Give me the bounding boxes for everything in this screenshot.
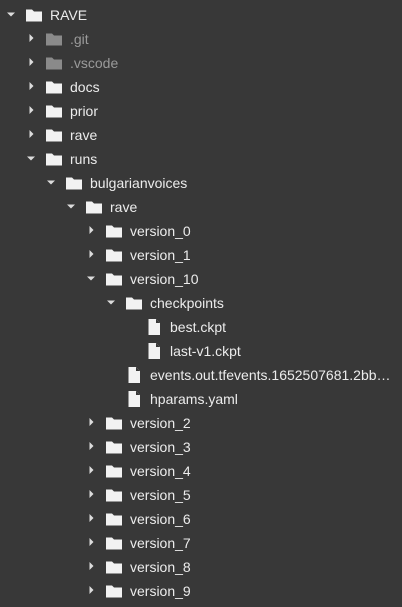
tree-item-label: version_6 [130, 511, 191, 527]
file-icon [144, 317, 164, 337]
chevron-right-icon[interactable] [82, 533, 100, 551]
chevron-right-icon[interactable] [82, 245, 100, 263]
chevron-down-icon[interactable] [82, 269, 100, 287]
tree-folder-rave[interactable]: rave [0, 123, 402, 147]
tree-folder-vscode[interactable]: .vscode [0, 51, 402, 75]
tree-folder-version-2[interactable]: version_2 [0, 411, 402, 435]
chevron-right-icon[interactable] [22, 125, 40, 143]
tree-item-label: runs [70, 151, 98, 167]
chevron-down-icon[interactable] [102, 293, 120, 311]
tree-item-label: version_0 [130, 223, 191, 239]
folder-icon [104, 461, 124, 481]
chevron-down-icon[interactable] [2, 5, 20, 23]
tree-item-label: version_7 [130, 535, 191, 551]
tree-folder-version-6[interactable]: version_6 [0, 507, 402, 531]
folder-icon [104, 269, 124, 289]
chevron-right-icon[interactable] [82, 557, 100, 575]
file-tree: RAVE .git .vscode docs prior rave runs bulgaria… [0, 0, 402, 607]
folder-icon [104, 221, 124, 241]
folder-icon [104, 533, 124, 553]
tree-folder-version-7[interactable]: version_7 [0, 531, 402, 555]
chevron-down-icon[interactable] [42, 173, 60, 191]
chevron-right-icon[interactable] [82, 485, 100, 503]
chevron-down-icon[interactable] [62, 197, 80, 215]
folder-icon [104, 245, 124, 265]
tree-item-label: last-v1.ckpt [170, 343, 241, 359]
chevron-right-icon[interactable] [82, 509, 100, 527]
tree-folder-prior[interactable]: prior [0, 99, 402, 123]
chevron-right-icon[interactable] [82, 581, 100, 599]
folder-icon [104, 437, 124, 457]
tree-item-label: RAVE [50, 7, 88, 23]
tree-item-label: version_8 [130, 559, 191, 575]
folder-icon [84, 197, 104, 217]
file-icon [124, 365, 144, 385]
chevron-right-icon[interactable] [22, 101, 40, 119]
tree-item-label: .git [70, 31, 89, 47]
tree-folder-version-10[interactable]: version_10 [0, 267, 402, 291]
folder-icon [104, 557, 124, 577]
tree-item-label: .vscode [70, 55, 119, 71]
folder-icon [44, 125, 64, 145]
tree-item-label: version_2 [130, 415, 191, 431]
chevron-right-icon[interactable] [22, 53, 40, 71]
chevron-right-icon[interactable] [82, 461, 100, 479]
folder-icon [64, 173, 84, 193]
tree-item-label: version_1 [130, 247, 191, 263]
chevron-right-icon[interactable] [22, 29, 40, 47]
tree-file-best-ckpt[interactable]: best.ckpt [0, 315, 402, 339]
file-icon [144, 341, 164, 361]
folder-icon [44, 29, 64, 49]
tree-item-label: version_3 [130, 439, 191, 455]
tree-folder-version-9[interactable]: version_9 [0, 579, 402, 603]
tree-item-label: bulgarianvoices [90, 175, 188, 191]
tree-item-label: events.out.tfevents.1652507681.2bb… [150, 367, 391, 383]
folder-icon [44, 77, 64, 97]
tree-item-label: checkpoints [150, 295, 224, 311]
folder-icon [104, 509, 124, 529]
tree-item-label: rave [70, 127, 98, 143]
folder-icon [104, 581, 124, 601]
tree-file-events-out-tfevents-1652507681-2bb[interactable]: events.out.tfevents.1652507681.2bb… [0, 363, 402, 387]
chevron-down-icon[interactable] [22, 149, 40, 167]
tree-folder-version-5[interactable]: version_5 [0, 483, 402, 507]
tree-item-label: rave [110, 199, 138, 215]
folder-icon [104, 485, 124, 505]
folder-icon [44, 101, 64, 121]
tree-folder-version-0[interactable]: version_0 [0, 219, 402, 243]
tree-folder-version-3[interactable]: version_3 [0, 435, 402, 459]
chevron-right-icon[interactable] [82, 221, 100, 239]
tree-item-label: docs [70, 79, 100, 95]
tree-item-label: version_10 [130, 271, 199, 287]
chevron-right-icon[interactable] [22, 77, 40, 95]
tree-folder-rave[interactable]: rave [0, 195, 402, 219]
folder-icon [44, 53, 64, 73]
tree-item-label: version_5 [130, 487, 191, 503]
tree-item-label: best.ckpt [170, 319, 227, 335]
tree-folder-version-1[interactable]: version_1 [0, 243, 402, 267]
tree-folder-git[interactable]: .git [0, 27, 402, 51]
folder-icon [24, 5, 44, 25]
chevron-right-icon[interactable] [82, 437, 100, 455]
tree-folder-docs[interactable]: docs [0, 75, 402, 99]
tree-folder-runs[interactable]: runs [0, 147, 402, 171]
folder-icon [44, 149, 64, 169]
tree-item-label: prior [70, 103, 99, 119]
tree-folder-version-8[interactable]: version_8 [0, 555, 402, 579]
tree-item-label: hparams.yaml [150, 391, 238, 407]
tree-file-last-v1-ckpt[interactable]: last-v1.ckpt [0, 339, 402, 363]
tree-folder-rave[interactable]: RAVE [0, 3, 402, 27]
tree-folder-bulgarianvoices[interactable]: bulgarianvoices [0, 171, 402, 195]
tree-folder-version-4[interactable]: version_4 [0, 459, 402, 483]
folder-icon [104, 413, 124, 433]
tree-item-label: version_4 [130, 463, 191, 479]
folder-icon [124, 293, 144, 313]
tree-item-label: version_9 [130, 583, 191, 599]
tree-folder-checkpoints[interactable]: checkpoints [0, 291, 402, 315]
file-icon [124, 389, 144, 409]
chevron-right-icon[interactable] [82, 413, 100, 431]
tree-file-hparams-yaml[interactable]: hparams.yaml [0, 387, 402, 411]
